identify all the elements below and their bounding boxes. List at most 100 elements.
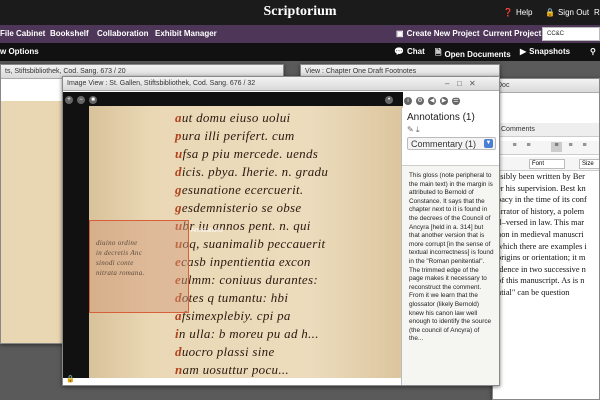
align-right-icon[interactable]: ≡ xyxy=(579,142,590,152)
secondary-toolbar: w Options 💬 Chat 🗎 Open Documents ▶ Snap… xyxy=(0,43,600,61)
view-options-button[interactable]: w Options xyxy=(0,47,39,56)
top-link-cut[interactable]: R xyxy=(594,8,600,17)
indent-icon[interactable]: ≡ xyxy=(523,142,534,152)
editor-line: ssibly been written by Ber xyxy=(497,172,585,181)
sign-out-link[interactable]: 🔒 Sign Out xyxy=(545,8,589,17)
documents-icon: 🗎 xyxy=(435,48,442,57)
editor-body[interactable]: ssibly been written by Ber er his supervi… xyxy=(493,171,599,299)
gloss-line: in decretis Anc xyxy=(96,249,143,257)
edit-icon[interactable]: ✎ xyxy=(407,125,414,134)
back-manuscript-image xyxy=(1,101,71,343)
nav-exhibit-manager[interactable]: Exhibit Manager xyxy=(155,29,217,38)
manuscript-line: aut domu eiuso uolui xyxy=(175,110,291,125)
snapshots-label: Snapshots xyxy=(529,47,571,56)
size-select[interactable]: Size xyxy=(579,159,599,169)
editor-line: ll–versed in law. This mar xyxy=(497,218,584,228)
manuscript-line: gesdemnisterio se obse xyxy=(175,200,302,215)
editor-line: ntial" can be question xyxy=(497,287,570,297)
current-project-label: Current Project: xyxy=(483,29,544,38)
gloss-line: sinodi conte xyxy=(96,259,134,267)
manuscript-line: ufsa p piu mercede. uends xyxy=(175,146,319,161)
image-toolbar: i ⚙ ◀ ▶ ☰ xyxy=(404,97,460,105)
zoom-controls: + − ■ xyxy=(65,96,97,104)
manuscript-line: gesunatione ecercuerit. xyxy=(175,182,304,197)
help-icon: ❓ xyxy=(503,8,513,17)
manuscript-line: uoq, suanimalib peccauerit xyxy=(175,236,326,251)
font-select[interactable]: Font xyxy=(529,159,565,169)
top-bar: Scriptorium ❓ Help 🔒 Sign Out R xyxy=(0,0,600,25)
editor-line: er his supervision. Best kn xyxy=(497,183,586,193)
doc-window-title[interactable]: Doc xyxy=(493,79,599,93)
image-canvas[interactable]: aut domu eiuso uolui pura illi perifert. … xyxy=(63,92,403,378)
annotation-region-label: Annotations xyxy=(191,228,223,234)
open-documents-label: Open Documents xyxy=(444,49,511,59)
zoom-in-icon[interactable]: + xyxy=(65,96,73,104)
align-left-icon[interactable]: ≡ xyxy=(509,142,520,152)
annotations-panel: Annotations (1) ✎ ⤓ Commentary (1) ▼ Thi… xyxy=(401,108,499,385)
info-icon[interactable]: i xyxy=(404,97,412,105)
comments-bar[interactable]: Comments xyxy=(493,123,599,137)
editor-line: pacy in the time of its conf xyxy=(497,195,587,205)
sign-out-label: Sign Out xyxy=(557,8,590,17)
chat-icon: 💬 xyxy=(394,47,404,56)
manuscript-line: dotes q tumantu: hbi xyxy=(175,290,289,305)
annotation-tools: ✎ ⤓ xyxy=(402,125,499,135)
create-project-button[interactable]: ▣ Create New Project xyxy=(396,29,479,38)
manuscript-line: duocro plassi sine xyxy=(175,344,275,359)
image-view-window[interactable]: Image View : St. Gallen, Stiftsbibliothe… xyxy=(62,76,500,386)
manuscript-line: in ulla: b moreu pu ad h... xyxy=(175,326,319,341)
next-page-icon[interactable]: ▶ xyxy=(440,97,448,105)
help-label: Help xyxy=(515,8,533,17)
editor-line: idence in two successive n xyxy=(497,264,586,274)
maximize-icon[interactable]: □ xyxy=(457,79,462,88)
editor-line: non in medieval manuscri xyxy=(497,229,584,239)
align-justify-icon[interactable]: ≡ xyxy=(551,142,562,152)
font-toolbar: Font Size xyxy=(493,157,599,171)
image-view-title[interactable]: Image View : St. Gallen, Stiftsbibliothe… xyxy=(63,77,499,91)
doc-window[interactable]: Doc Comments ≡ ≡ ≡ ≡ ≡ Font Size ssibly … xyxy=(492,78,600,400)
chat-button[interactable]: 💬 Chat xyxy=(394,47,425,56)
gloss-line: nitrata romana. xyxy=(96,269,145,277)
open-documents-button[interactable]: 🗎 Open Documents xyxy=(435,47,511,61)
manuscript-line: ecasb inpentientia excon xyxy=(175,254,311,269)
create-project-label: Create New Project xyxy=(406,29,480,38)
prev-page-icon[interactable]: ◀ xyxy=(428,97,436,105)
download-icon[interactable]: ⤓ xyxy=(416,125,420,134)
manuscript-line: dicis. pbya. Iherie. n. gradu xyxy=(175,164,329,179)
editor-line: of this manuscript. As is n xyxy=(497,276,585,286)
nav-collaboration[interactable]: Collaboration xyxy=(97,29,149,38)
zoom-reset-icon[interactable]: ■ xyxy=(89,96,97,104)
manuscript-line: pura illi perifert. cum xyxy=(175,128,295,143)
options-icon[interactable]: ⚙ xyxy=(416,97,424,105)
annotation-category: Commentary (1) xyxy=(411,139,477,149)
lock-icon: 🔒 xyxy=(545,8,555,17)
gloss-line: diuino ordine xyxy=(96,239,138,247)
annotation-region[interactable]: diuino ordine in decretis Anc sinodi conte… xyxy=(89,220,189,313)
annotation-category-select[interactable]: Commentary (1) ▼ xyxy=(407,137,496,150)
formatting-toolbar: ≡ ≡ ≡ ≡ ≡ xyxy=(493,141,599,155)
pin-icon[interactable]: ⚲ xyxy=(590,47,596,56)
zoom-out-icon[interactable]: − xyxy=(77,96,85,104)
snapshots-icon: ▶ xyxy=(520,47,527,56)
manuscript-line: nam uosuttur pocu... xyxy=(175,362,289,377)
editor-line: which there are examples i xyxy=(497,241,587,251)
lock-icon[interactable]: 🔒 xyxy=(66,375,75,383)
close-icon[interactable]: ✕ xyxy=(469,79,476,88)
minimize-icon[interactable]: – xyxy=(445,79,449,88)
align-center-icon[interactable]: ≡ xyxy=(565,142,576,152)
create-project-icon: ▣ xyxy=(396,29,404,38)
nav-bookshelf[interactable]: Bookshelf xyxy=(50,29,89,38)
annotation-text[interactable]: This gloss (note peripheral to the main … xyxy=(402,165,499,385)
comments-label: Comments xyxy=(501,126,535,133)
help-link[interactable]: ❓ Help xyxy=(503,8,532,17)
nav-file-cabinet[interactable]: File Cabinet xyxy=(0,29,45,38)
snapshots-button[interactable]: ▶ Snapshots xyxy=(520,47,570,56)
manuscript-line: eulmm: coniuus durantes: xyxy=(175,272,318,287)
bookmark-icon[interactable]: ☰ xyxy=(452,97,460,105)
chat-label: Chat xyxy=(406,47,425,56)
editor-line: arrator of history, a polem xyxy=(497,206,585,216)
comment-icon[interactable]: • xyxy=(385,96,393,104)
editor-line: origins or orientation; it m xyxy=(497,253,586,263)
current-project-field[interactable]: CC&C xyxy=(542,27,600,41)
manuscript-line: afsimexplebiy. cpi pa xyxy=(175,308,291,323)
